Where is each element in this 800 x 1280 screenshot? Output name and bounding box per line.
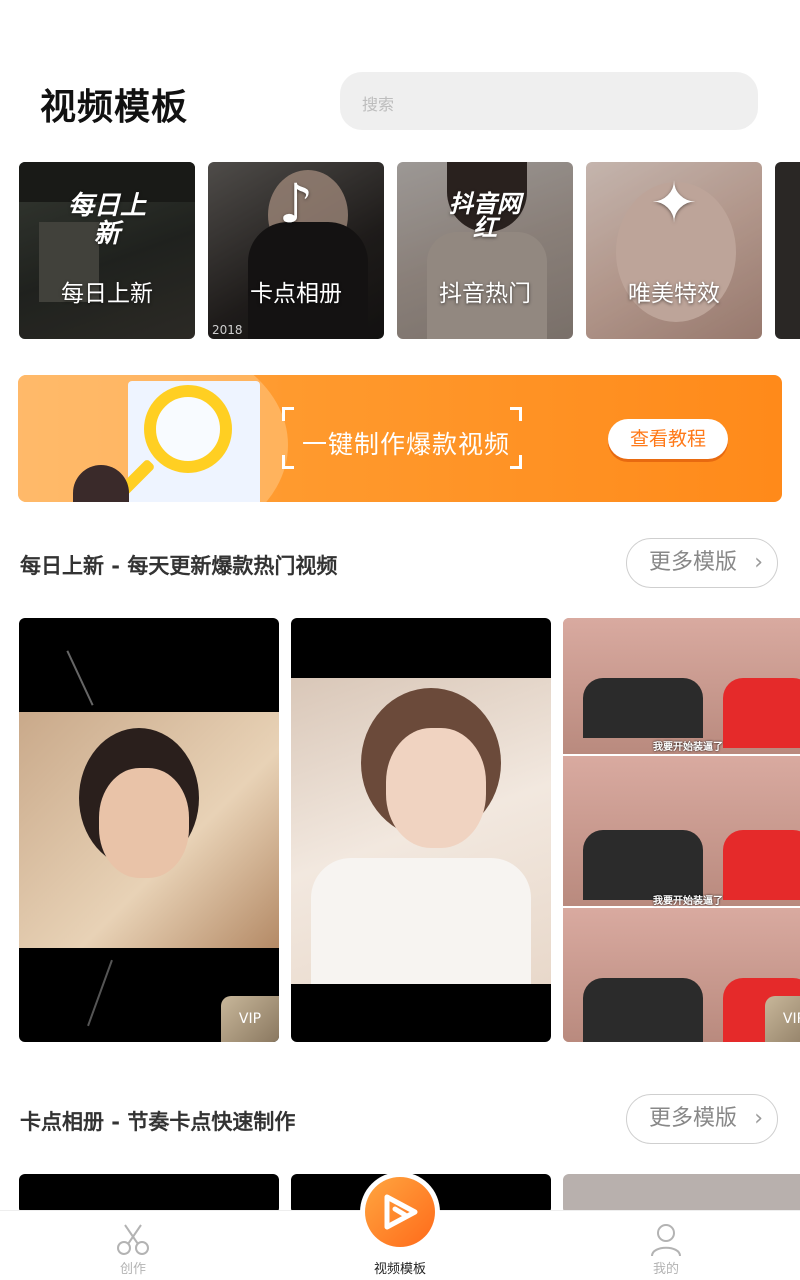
section-title-daily: 每日上新 - 每天更新爆款热门视频 (20, 554, 338, 578)
vip-badge: VIP (765, 996, 800, 1042)
view-tutorial-button[interactable]: 查看教程 (608, 419, 728, 459)
tab-mine[interactable]: 我的 (586, 1211, 746, 1280)
category-glyph: 抖音网红 (449, 190, 521, 242)
video-caption: 我要开始装逼了 (653, 896, 723, 907)
category-strip[interactable]: 每日上新 每日上新 ♪ 卡点相册 2018 抖音网红 抖音热门 ✦ 唯美特效 (0, 162, 800, 340)
tab-label: 视频模板 (373, 1262, 426, 1277)
category-label: 唯美特效 (628, 281, 720, 307)
banner-slogan: 一键制作爆款视频 (302, 430, 511, 459)
template-card[interactable] (19, 1174, 279, 1214)
search-input[interactable]: 搜索 (340, 72, 758, 130)
vip-badge: VIP (221, 996, 279, 1042)
more-templates-label: 更多模版 (649, 550, 738, 575)
video-template-fab[interactable] (365, 1177, 435, 1247)
category-label: 卡点相册 (250, 281, 342, 307)
category-card-beat-album[interactable]: ♪ 卡点相册 2018 (208, 162, 384, 339)
template-card[interactable] (291, 618, 551, 1042)
chevron-right-icon: › (754, 550, 763, 575)
magnifier-icon (144, 385, 232, 473)
page-title: 视频模板 (40, 87, 189, 128)
category-label: 抖音热门 (439, 281, 531, 307)
video-template-icon (384, 1194, 418, 1230)
tab-label: 我的 (652, 1262, 679, 1277)
person-icon (651, 1224, 681, 1257)
photo-year-stamp: 2018 (212, 323, 243, 337)
more-templates-label: 更多模版 (649, 1106, 738, 1131)
template-card[interactable] (563, 1174, 800, 1214)
header: 视频模板 搜索 (0, 0, 800, 150)
scissors-icon (117, 1224, 149, 1255)
chevron-right-icon: › (754, 1106, 763, 1131)
video-caption: 我要开始装逼了 (653, 742, 723, 753)
tab-create[interactable]: 创作 (53, 1211, 213, 1280)
promo-banner[interactable]: 一键制作爆款视频 查看教程 (18, 375, 782, 502)
sparkle-icon: ✦ (650, 171, 698, 236)
more-templates-button[interactable]: 更多模版 › (626, 1094, 778, 1144)
bracket-decoration (510, 407, 522, 421)
category-card-more[interactable] (775, 162, 800, 339)
bracket-decoration (510, 455, 522, 469)
template-card[interactable]: 我要开始装逼了 我要开始装逼了 VIP (563, 618, 800, 1042)
category-card-daily[interactable]: 每日上新 每日上新 (19, 162, 195, 339)
category-card-aesthetic-effects[interactable]: ✦ 唯美特效 (586, 162, 762, 339)
category-glyph: 每日上新 (67, 191, 146, 249)
bracket-decoration (282, 407, 294, 421)
music-note-icon: ♪ (278, 172, 314, 235)
category-label: 每日上新 (61, 281, 153, 307)
category-card-douyin-hot[interactable]: 抖音网红 抖音热门 (397, 162, 573, 339)
more-templates-button[interactable]: 更多模版 › (626, 538, 778, 588)
bracket-decoration (282, 455, 294, 469)
tab-label: 创作 (119, 1262, 146, 1277)
search-placeholder: 搜索 (362, 95, 395, 114)
section-title-beat-album: 卡点相册 - 节奏卡点快速制作 (20, 1110, 296, 1134)
template-card[interactable]: VIP (19, 618, 279, 1042)
